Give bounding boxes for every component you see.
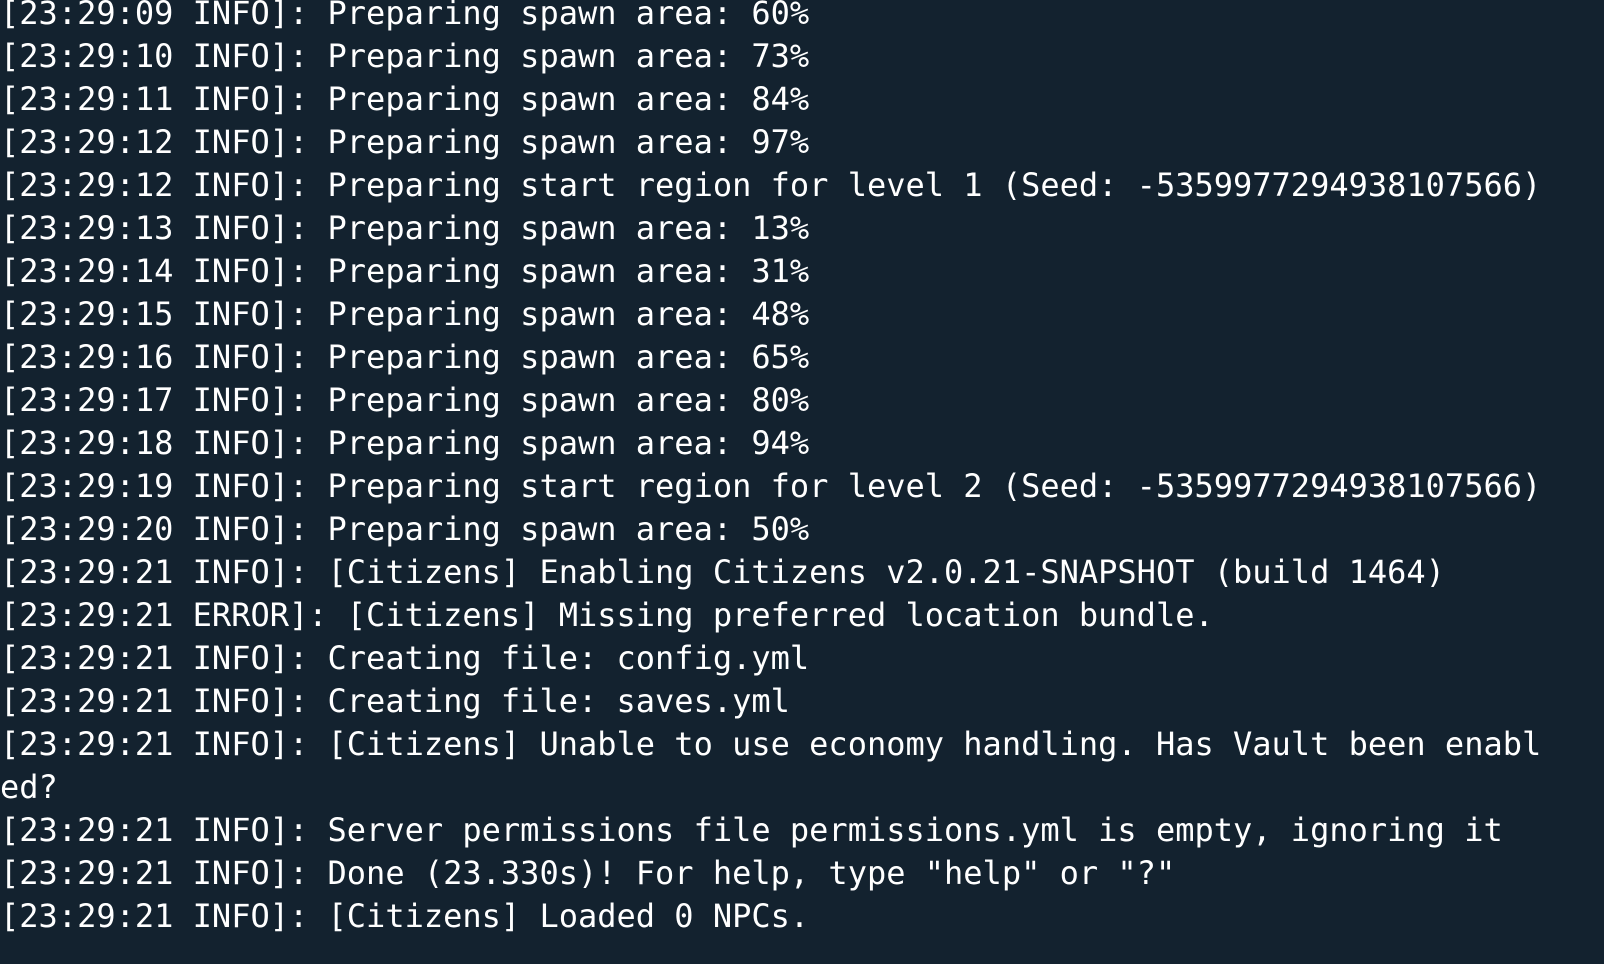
log-line-wrapped: ed? [0, 768, 58, 806]
terminal-window[interactable]: [23:29:09 INFO]: Preparing spawn area: 6… [0, 0, 1604, 964]
log-line: [23:29:12 INFO]: Preparing start region … [0, 166, 1542, 204]
log-line: [23:29:21 INFO]: [Citizens] Unable to us… [0, 725, 1542, 763]
log-line: [23:29:20 INFO]: Preparing spawn area: 5… [0, 510, 810, 548]
log-line: [23:29:15 INFO]: Preparing spawn area: 4… [0, 295, 810, 333]
log-line: [23:29:17 INFO]: Preparing spawn area: 8… [0, 381, 810, 419]
log-line: [23:29:21 INFO]: Server permissions file… [0, 811, 1503, 849]
log-line: [23:29:21 INFO]: Creating file: saves.ym… [0, 682, 790, 720]
log-line: [23:29:09 INFO]: Preparing spawn area: 6… [0, 0, 810, 32]
log-line: [23:29:16 INFO]: Preparing spawn area: 6… [0, 338, 810, 376]
log-line: [23:29:21 INFO]: Creating file: config.y… [0, 639, 810, 677]
log-line: [23:29:10 INFO]: Preparing spawn area: 7… [0, 37, 810, 75]
log-line: [23:29:21 INFO]: [Citizens] Enabling Cit… [0, 553, 1445, 591]
log-line: [23:29:13 INFO]: Preparing spawn area: 1… [0, 209, 810, 247]
log-line: [23:29:11 INFO]: Preparing spawn area: 8… [0, 80, 810, 118]
log-line: [23:29:12 INFO]: Preparing spawn area: 9… [0, 123, 810, 161]
log-line: [23:29:21 INFO]: [Citizens] Loaded 0 NPC… [0, 897, 810, 935]
log-line: [23:29:18 INFO]: Preparing spawn area: 9… [0, 424, 810, 462]
log-line: [23:29:14 INFO]: Preparing spawn area: 3… [0, 252, 810, 290]
console-output: [23:29:09 INFO]: Preparing spawn area: 6… [0, 0, 1604, 938]
log-line: [23:29:21 INFO]: Done (23.330s)! For hel… [0, 854, 1176, 892]
log-line-error: [23:29:21 ERROR]: [Citizens] Missing pre… [0, 596, 1214, 634]
log-line: [23:29:19 INFO]: Preparing start region … [0, 467, 1542, 505]
